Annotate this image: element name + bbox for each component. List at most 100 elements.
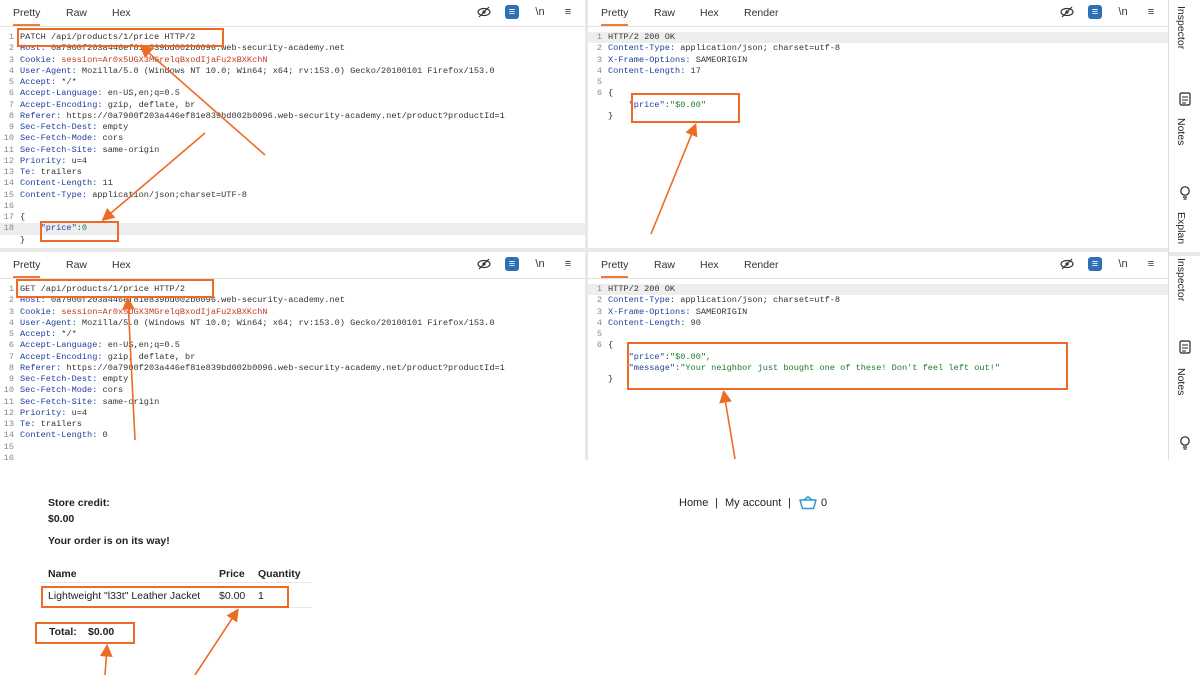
request-code-get[interactable]: 1 GET /api/products/1/price HTTP/2 2 Host: … — [0, 279, 585, 460]
code-line: 2 Content-Type: application/json; charset… — [588, 43, 1168, 54]
tab-hex[interactable]: Hex — [112, 0, 131, 24]
sidebar-inspector-tab[interactable]: Inspector — [1175, 6, 1187, 49]
header-value: session=Ar0x5UGX3MGrelqBxodIjaFu2xBXKchN — [61, 306, 268, 317]
notes-icon[interactable] — [1178, 340, 1192, 354]
word-wrap-icon[interactable]: ≡ — [1088, 5, 1102, 19]
tab-raw[interactable]: Raw — [66, 0, 87, 24]
newline-toggle[interactable]: \n — [533, 257, 547, 271]
word-wrap-icon[interactable]: ≡ — [1088, 257, 1102, 271]
line-number: 5 — [8, 329, 14, 339]
json-brace: { — [608, 88, 614, 99]
header-name: Accept — [20, 77, 51, 87]
tab-raw[interactable]: Raw — [654, 0, 675, 24]
eye-off-icon[interactable] — [477, 5, 491, 19]
highlight-order-total — [35, 622, 135, 644]
tab-hex[interactable]: Hex — [700, 252, 719, 276]
word-wrap-icon[interactable]: ≡ — [505, 5, 519, 19]
eye-off-icon[interactable] — [477, 257, 491, 271]
header-separator: : — [92, 133, 103, 144]
line-number: 17 — [3, 212, 14, 222]
code-line: 11 Sec-Fetch-Site: same-origin — [0, 397, 585, 408]
header-value: 17 — [690, 65, 701, 76]
line-number — [588, 100, 608, 111]
sidebar-notes-tab[interactable]: Notes — [1175, 118, 1187, 145]
tab-hex[interactable]: Hex — [700, 0, 719, 24]
cart-icon[interactable] — [799, 495, 817, 513]
request-tabs: Pretty Raw Hex ≡ \n ≡ — [0, 252, 585, 279]
tab-pretty[interactable]: Pretty — [601, 252, 629, 278]
nav-my-account-link[interactable]: My account — [725, 497, 781, 509]
header-name: Content-Length — [20, 430, 93, 441]
menu-icon[interactable]: ≡ — [561, 5, 575, 19]
newline-toggle[interactable]: \n — [533, 5, 547, 19]
sidebar-notes-tab[interactable]: Notes — [1175, 368, 1187, 395]
header-value: https://0a7900f203a446ef81e839bd002b0096… — [66, 110, 505, 121]
header-name: Referer — [20, 362, 57, 373]
line-number: 12 — [3, 155, 14, 166]
lightbulb-icon[interactable] — [1178, 436, 1192, 450]
code-line: 9 Sec-Fetch-Dest: empty — [0, 374, 585, 385]
status-line: HTTP/2 200 OK — [608, 284, 676, 294]
eye-off-icon[interactable] — [1060, 257, 1074, 271]
line-number: 5 — [8, 77, 14, 87]
line-number: 1 — [596, 284, 602, 294]
header-value: application/json; charset=utf-8 — [680, 43, 841, 54]
table-header-name: Name — [48, 568, 77, 580]
tab-pretty[interactable]: Pretty — [601, 0, 629, 26]
lightbulb-icon[interactable] — [1178, 186, 1192, 200]
menu-icon[interactable]: ≡ — [1144, 257, 1158, 271]
header-name: Sec-Fetch-Mode — [20, 133, 93, 144]
code-line: 1 HTTP/2 200 OK — [588, 284, 1168, 296]
tab-render[interactable]: Render — [744, 0, 778, 24]
code-line: 5 — [588, 329, 1168, 340]
line-number: 9 — [8, 122, 14, 132]
newline-toggle[interactable]: \n — [1116, 257, 1130, 271]
json-brace: } — [20, 234, 26, 245]
header-separator: : — [92, 122, 103, 132]
sidebar-inspector-tab[interactable]: Inspector — [1175, 258, 1187, 301]
json-brace: } — [608, 110, 614, 121]
header-separator: : — [92, 430, 103, 441]
header-name: Content-Type — [608, 43, 670, 54]
menu-icon[interactable]: ≡ — [1144, 5, 1158, 19]
line-number — [588, 111, 608, 122]
header-separator: : — [97, 351, 108, 362]
line-number — [588, 352, 608, 363]
notes-icon[interactable] — [1178, 92, 1192, 106]
line-number: 4 — [8, 65, 14, 76]
tab-pretty[interactable]: Pretty — [13, 0, 41, 26]
header-separator: : — [92, 396, 103, 407]
header-separator: : — [71, 317, 82, 328]
word-wrap-icon[interactable]: ≡ — [505, 257, 519, 271]
highlight-order-item — [41, 586, 289, 608]
newline-toggle[interactable]: \n — [1116, 5, 1130, 19]
sidebar-explain-tab[interactable]: Explan — [1175, 212, 1187, 244]
tab-render[interactable]: Render — [744, 252, 778, 276]
tab-hex[interactable]: Hex — [112, 252, 131, 276]
store-credit-value: $0.00 — [48, 513, 75, 525]
request-code-patch[interactable]: 1 PATCH /api/products/1/price HTTP/2 2 Host… — [0, 27, 585, 246]
tab-raw[interactable]: Raw — [66, 252, 87, 276]
tab-raw[interactable]: Raw — [654, 252, 675, 276]
nav-home-link[interactable]: Home — [679, 497, 708, 509]
tab-pretty[interactable]: Pretty — [13, 252, 41, 278]
line-number: 4 — [596, 65, 602, 76]
pane-divider-horizontal[interactable] — [0, 248, 1168, 252]
status-line: HTTP/2 200 OK — [608, 32, 676, 42]
code-line: 9 Sec-Fetch-Dest: empty — [0, 122, 585, 133]
code-line: 3 Cookie: session=Ar0x5UGX3MGrelqBxodIjaF… — [0, 307, 585, 318]
eye-off-icon[interactable] — [1060, 5, 1074, 19]
header-separator: : — [669, 43, 681, 54]
menu-icon[interactable]: ≡ — [561, 257, 575, 271]
pane-divider-vertical[interactable] — [585, 0, 588, 460]
code-line: 5 Accept: */* — [0, 329, 585, 340]
nav-separator: | — [715, 497, 718, 509]
code-line: 15 — [0, 442, 585, 453]
code-line: 8 Referer: https://0a7900f203a446ef81e839… — [0, 363, 585, 374]
line-number — [0, 235, 20, 246]
line-number: 2 — [596, 295, 602, 306]
line-number: 4 — [8, 317, 14, 328]
header-value: en-US,en;q=0.5 — [107, 340, 180, 351]
